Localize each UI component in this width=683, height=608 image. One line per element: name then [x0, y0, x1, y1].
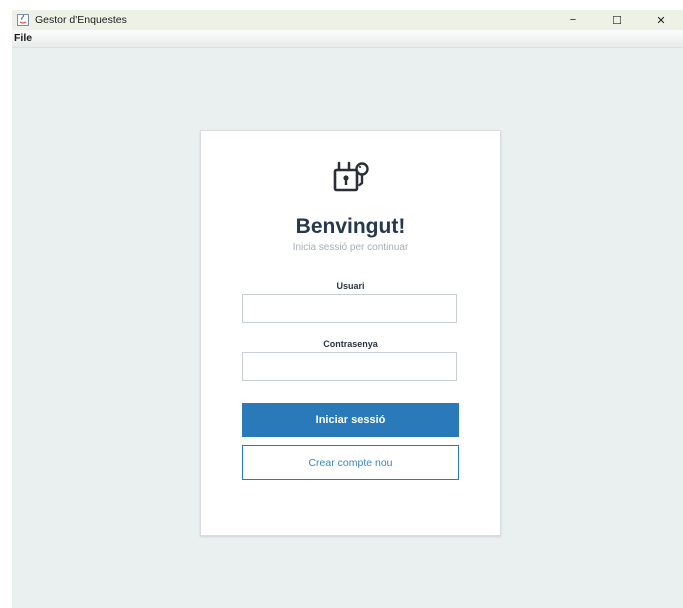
menu-bar: File — [12, 30, 683, 48]
welcome-subheading: Inicia sessió per continuar — [292, 242, 409, 253]
create-account-button[interactable]: Crear compte nou — [242, 445, 459, 480]
maximize-icon: ☐ — [612, 14, 622, 27]
close-icon: ✕ — [656, 14, 666, 27]
window-title: Gestor d'Enquestes — [35, 14, 127, 26]
username-input[interactable] — [242, 294, 457, 323]
login-card: Benvingut! Inicia sessió per continuar U… — [200, 130, 501, 536]
main-content: Benvingut! Inicia sessió per continuar U… — [12, 48, 683, 608]
username-label: Usuari — [336, 281, 365, 291]
menu-file[interactable]: File — [14, 32, 32, 44]
window-controls: − ☐ ✕ — [551, 10, 683, 30]
password-label: Contrasenya — [323, 339, 378, 349]
minimize-button[interactable]: − — [551, 10, 595, 30]
minimize-icon: − — [569, 14, 577, 26]
lock-key-icon — [331, 159, 371, 195]
close-button[interactable]: ✕ — [639, 10, 683, 30]
maximize-button[interactable]: ☐ — [595, 10, 639, 30]
welcome-heading: Benvingut! — [295, 215, 406, 238]
java-app-icon — [17, 14, 29, 26]
title-bar: Gestor d'Enquestes − ☐ ✕ — [12, 10, 683, 30]
password-input[interactable] — [242, 352, 457, 381]
login-button[interactable]: Iniciar sessió — [242, 403, 459, 437]
